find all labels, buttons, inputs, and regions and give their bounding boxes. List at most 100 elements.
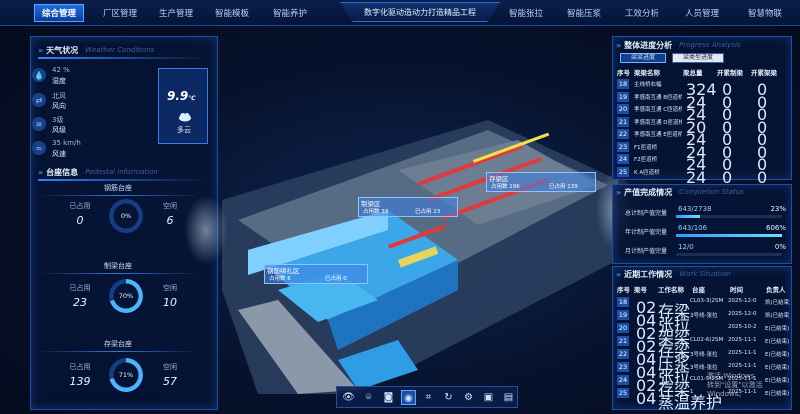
completion-percent: 23%	[770, 205, 786, 213]
completion-label: 月计制产值完量	[625, 248, 668, 255]
weather-title-underline	[38, 57, 208, 59]
completion-label: 总计制产值完量	[625, 210, 668, 217]
nav-item-curing[interactable]: 智能养护	[266, 4, 314, 22]
weather-title: » 天气状况 Weather Conditions	[38, 45, 155, 55]
nav-item-tension[interactable]: 智能张拉	[502, 4, 550, 22]
factory-3d-scene[interactable]: 存梁区 占用数 196 已占用 139 制梁区 占用数 33 已占用 23 钢筋…	[218, 60, 618, 394]
scene-tooltip-beam[interactable]: 制梁区 占用数 33 已占用 23	[358, 197, 458, 217]
scene-toolbar: 👁 ⌾ ◙ ◉ ⌗ ↻ ⚙ ▣ ▤	[336, 386, 518, 408]
nav-item-personnel[interactable]: 人员管理	[678, 4, 726, 22]
completion-percent: 0%	[774, 243, 786, 251]
work-time: 2025-10-2	[728, 324, 757, 330]
completion-percent: 606%	[765, 224, 786, 232]
camera-icon[interactable]: ◙	[381, 390, 396, 405]
work-owner: E(已结束)	[765, 339, 790, 345]
wind-speed-icon: ≈	[32, 141, 46, 155]
pedestal-name: CL02-6(2SM	[690, 337, 724, 343]
row-index: 18	[617, 79, 629, 89]
nav-item-production[interactable]: 生产管理	[152, 4, 200, 22]
row-index: 25	[617, 388, 629, 398]
work-time: 2025-12-0	[728, 311, 757, 317]
completion-value: 643/106	[678, 224, 708, 232]
beam-name: 孝感南互通 E匝道桥	[634, 132, 682, 138]
row-index: 20	[617, 323, 629, 333]
row-index: 21	[617, 116, 629, 127]
progress-bar	[676, 253, 782, 256]
temperature-value: 9.9℃	[167, 89, 196, 103]
beam-name: 主线桥右幅	[634, 82, 662, 88]
crop-icon[interactable]: ⌗	[421, 390, 436, 405]
work-time: 2025-11-1	[728, 363, 757, 369]
tab-beam-progress[interactable]: 梁梁进度	[620, 53, 666, 63]
dashboard-root: 综合管理 厂区管理 生产管理 智能模板 智能养护 数字化驱动造动力打造精品工程 …	[0, 0, 800, 414]
scene-tooltip-rebar[interactable]: 钢筋绑扎区 占用数 6 已占用 0	[264, 264, 368, 284]
work-owner: E(已结束)	[765, 365, 790, 371]
row-index: 23	[617, 141, 629, 152]
wind-direction-icon: ⇄	[32, 93, 46, 107]
pedestal-title: » 台座信息 Pedestal information	[38, 167, 158, 177]
tab-beam-type-progress[interactable]: 梁类型进度	[672, 53, 724, 63]
work-owner: E(已结束)	[765, 326, 790, 332]
nav-item-iot[interactable]: 智慧物联	[736, 4, 794, 22]
progress-title: » 整体进度分析 Progress Analysis	[616, 40, 741, 50]
progress-bar-fill	[676, 234, 782, 237]
scan-icon[interactable]: ⌾	[361, 390, 376, 405]
settings-icon[interactable]: ⚙	[461, 390, 476, 405]
nav-item-template[interactable]: 智能模板	[208, 4, 256, 22]
completion-title: » 产值完成情况 Completion Status	[616, 187, 744, 197]
row-index: 18	[617, 297, 629, 307]
scene-tooltip-storage[interactable]: 存梁区 占用数 196 已占用 139	[486, 172, 596, 192]
row-index: 24	[617, 375, 629, 385]
beam-no: 04	[636, 389, 657, 408]
beam-name: F1匝道桥	[634, 144, 658, 151]
pedestal-name: 3号线-张拉	[690, 365, 718, 371]
temperature-card: 9.9℃ 多云	[158, 68, 208, 144]
view-icon[interactable]: ◉	[401, 390, 416, 405]
layers-icon[interactable]: ▤	[501, 390, 516, 405]
progress-bar	[676, 234, 782, 237]
beam-name: 孝感南互通 D匝道桥	[634, 119, 682, 126]
progress-bar-fill	[676, 215, 701, 218]
cloud-icon	[178, 107, 192, 122]
nav-item-grouting[interactable]: 智能压浆	[560, 4, 608, 22]
nav-item-efficiency[interactable]: 工效分析	[618, 4, 666, 22]
windows-activation-watermark: 激活 Windows 转到"设置"以激活 Windows。	[707, 372, 763, 398]
work-title: » 近期工作情况 Work Situation	[616, 269, 731, 279]
humidity-icon: 💧	[32, 68, 46, 82]
row-index: 20	[617, 104, 629, 114]
completion-label: 年计制产值完量	[625, 229, 668, 236]
work-owner: 凯(已结束)	[765, 300, 790, 306]
cube-icon[interactable]: ▣	[481, 390, 496, 405]
beam-name: K A匝道桥	[634, 169, 660, 176]
nav-item-overview[interactable]: 综合管理	[34, 4, 84, 22]
rotate-icon[interactable]: ↻	[441, 390, 456, 405]
pedestal-name: 3号线-张拉	[690, 313, 718, 319]
nav-item-plant[interactable]: 厂区管理	[96, 4, 144, 22]
factory-model	[222, 120, 618, 394]
row-index: 25	[617, 166, 629, 177]
progress-bar	[676, 215, 782, 218]
beam-name: 孝感南互通 C匝道桥	[634, 107, 682, 113]
work-owner: 凯(已结束)	[765, 313, 790, 319]
row-index: 23	[617, 362, 629, 372]
completion-value: 12/0	[678, 243, 694, 251]
work-time: 2025-12-0	[728, 298, 757, 304]
work-time: 2025-11-1	[728, 337, 757, 343]
top-nav-bar: 综合管理 厂区管理 生产管理 智能模板 智能养护 数字化驱动造动力打造精品工程 …	[0, 0, 800, 26]
row-index: 22	[617, 349, 629, 359]
row-index: 19	[617, 310, 629, 320]
eye-icon[interactable]: 👁	[341, 390, 356, 405]
pedestal-name: CL03-3(2SM	[690, 298, 724, 304]
page-title: 数字化驱动造动力打造精品工程	[340, 2, 500, 22]
row-index: 21	[617, 336, 629, 346]
pedestal-title-underline	[38, 179, 208, 181]
work-time: 2025-11-1	[728, 350, 757, 356]
beam-name: F2匝道桥	[634, 157, 658, 163]
wind-level-icon: ≋	[32, 117, 46, 131]
row-index: 19	[617, 91, 629, 102]
row-index: 22	[617, 129, 629, 139]
weather-condition: 多云	[177, 126, 191, 134]
completion-value: 643/2738	[678, 205, 712, 213]
beam-name: 孝感南互通 B匝道桥	[634, 94, 682, 101]
work-owner: E(已结束)	[765, 352, 790, 358]
